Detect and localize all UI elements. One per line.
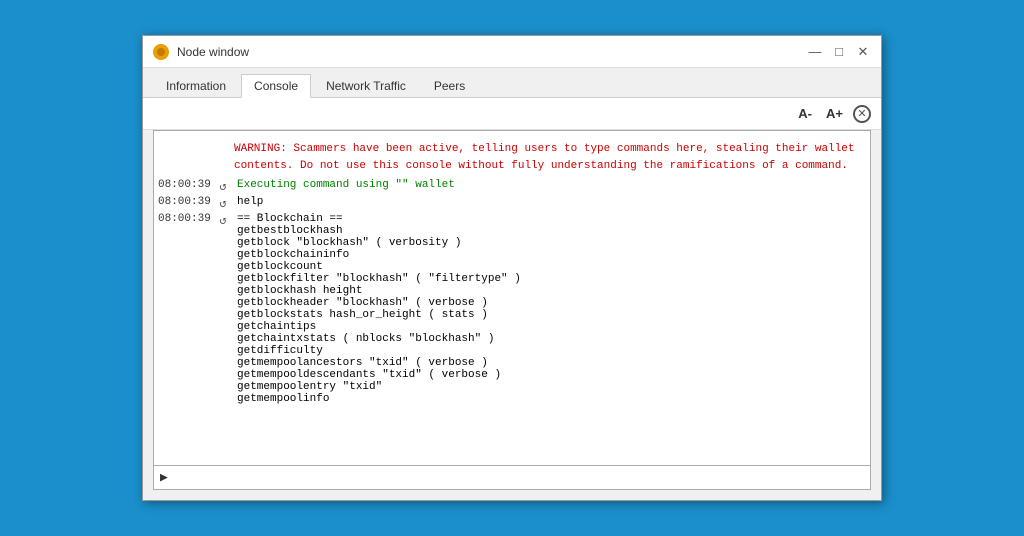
log-icon-2: ↺ xyxy=(213,213,233,228)
log-entry-2: 08:00:39 ↺ == Blockchain ==getbestblockh… xyxy=(154,212,870,406)
log-entry-0: 08:00:39 ↺ Executing command using "" wa… xyxy=(154,178,870,195)
console-area: WARNING: Scammers have been active, tell… xyxy=(153,130,871,490)
console-output[interactable]: WARNING: Scammers have been active, tell… xyxy=(154,131,870,465)
log-content-0: Executing command using "" wallet xyxy=(233,179,866,191)
title-bar: Node window — □ ✕ xyxy=(143,36,881,68)
tab-peers[interactable]: Peers xyxy=(421,74,478,97)
log-time-2: 08:00:39 xyxy=(158,213,213,225)
log-content-2: == Blockchain ==getbestblockhashgetblock… xyxy=(233,213,866,405)
console-toolbar: A- A+ ✕ xyxy=(143,98,881,130)
close-button[interactable]: ✕ xyxy=(855,44,871,60)
font-decrease-button[interactable]: A- xyxy=(794,104,816,123)
log-content-1: help xyxy=(233,196,866,208)
console-input-row: ▶ xyxy=(154,465,870,489)
console-close-button[interactable]: ✕ xyxy=(853,105,871,123)
tab-console[interactable]: Console xyxy=(241,74,311,98)
log-time-0: 08:00:39 xyxy=(158,179,213,191)
log-entry-1: 08:00:39 ↺ help xyxy=(154,195,870,212)
window-title: Node window xyxy=(177,45,799,59)
minimize-button[interactable]: — xyxy=(807,44,823,60)
log-icon-1: ↺ xyxy=(213,196,233,211)
node-icon xyxy=(153,44,169,60)
font-increase-button[interactable]: A+ xyxy=(822,104,847,123)
window-controls: — □ ✕ xyxy=(807,44,871,60)
console-input[interactable] xyxy=(172,472,864,484)
tab-network-traffic[interactable]: Network Traffic xyxy=(313,74,419,97)
tab-bar: Information Console Network Traffic Peer… xyxy=(143,68,881,98)
warning-message: WARNING: Scammers have been active, tell… xyxy=(154,137,870,178)
prompt-symbol: ▶ xyxy=(160,470,168,485)
tab-information[interactable]: Information xyxy=(153,74,239,97)
node-window: Node window — □ ✕ Information Console Ne… xyxy=(142,35,882,501)
log-time-1: 08:00:39 xyxy=(158,196,213,208)
maximize-button[interactable]: □ xyxy=(831,44,847,60)
log-icon-0: ↺ xyxy=(213,179,233,194)
